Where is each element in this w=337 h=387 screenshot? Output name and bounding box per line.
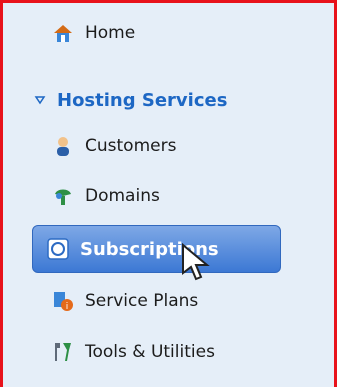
tools-icon [51,340,75,364]
service-plans-icon: i [51,289,75,313]
sidebar-item-service-plans[interactable]: i Service Plans [51,279,198,323]
sidebar-item-label: Customers [85,136,177,156]
section-hosting-services[interactable]: Hosting Services [33,80,227,120]
domains-icon [51,184,75,208]
section-label: Hosting Services [57,89,228,111]
home-icon [51,21,75,45]
sidebar-item-label: Service Plans [85,291,199,311]
sidebar-item-label: Home [85,23,136,43]
mouse-pointer-icon [181,242,211,283]
subscriptions-icon [46,237,70,261]
sidebar-panel: Home Hosting Services Customers Domains … [0,0,337,387]
collapse-triangle-icon[interactable] [33,93,47,107]
customer-icon [51,134,75,158]
sidebar-item-label: Tools & Utilities [85,342,215,362]
sidebar-item-home[interactable]: Home [51,11,135,55]
sidebar-item-label: Domains [85,186,160,206]
sidebar-item-tools-utilities[interactable]: Tools & Utilities [51,330,215,374]
sidebar-item-domains[interactable]: Domains [51,174,160,218]
svg-text:i: i [66,302,69,312]
sidebar-item-customers[interactable]: Customers [51,124,176,168]
